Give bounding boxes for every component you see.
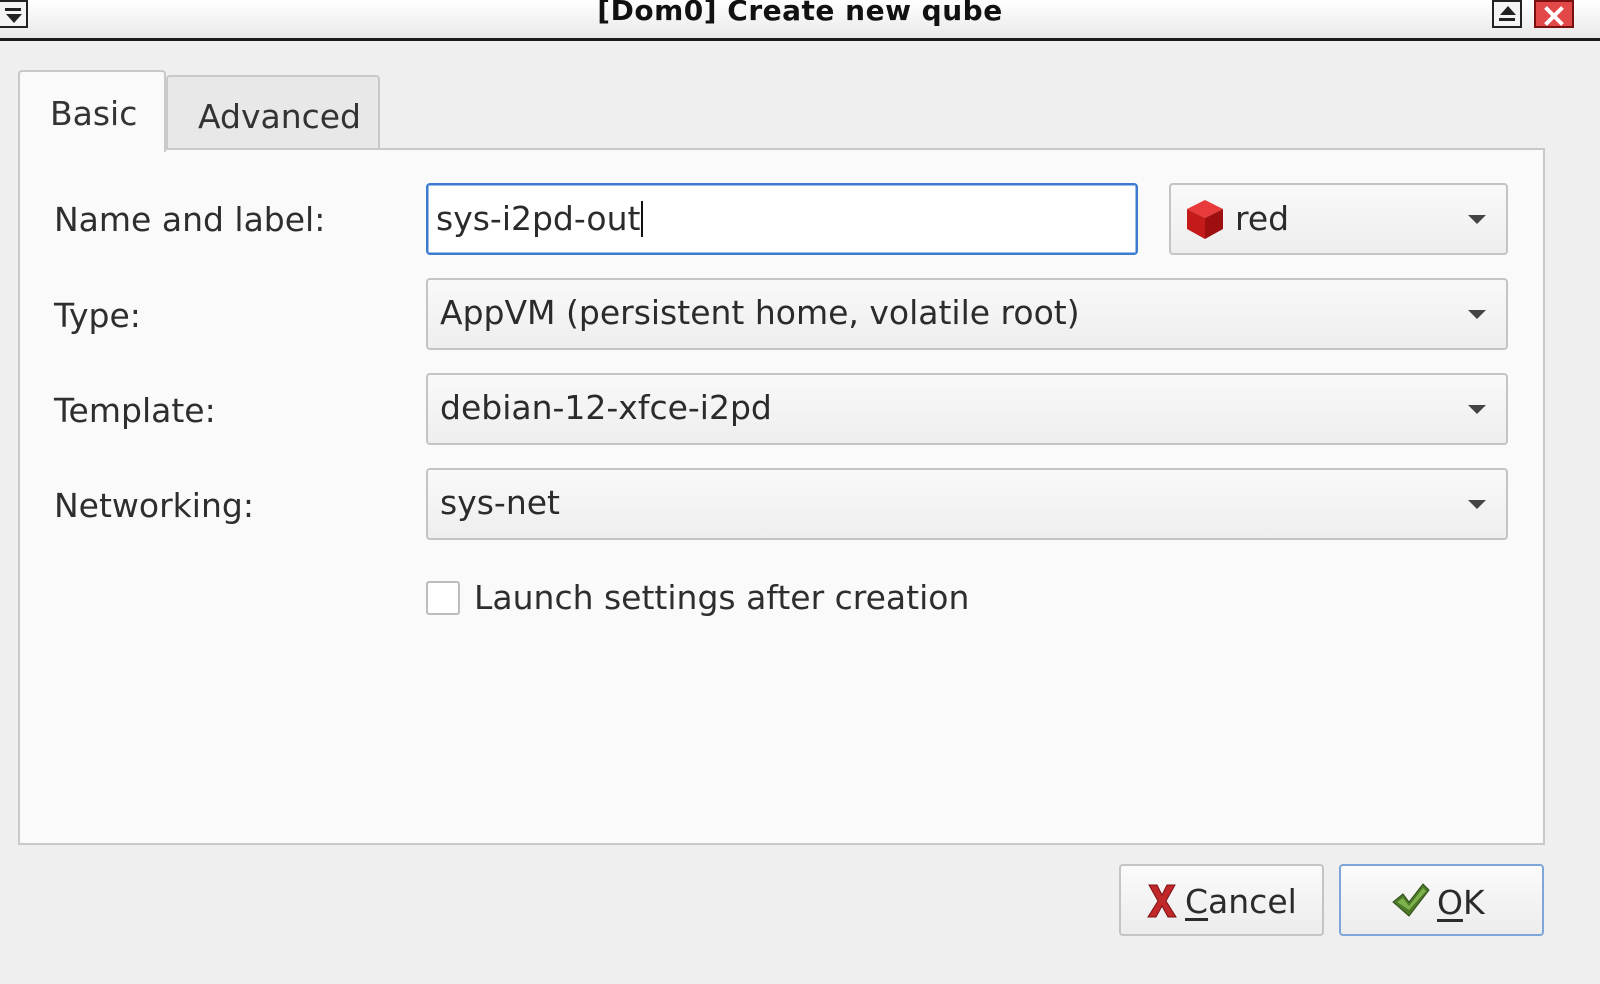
label-color-dropdown[interactable]: red (1169, 183, 1508, 255)
ok-label: K (1462, 883, 1485, 922)
text-caret (641, 201, 644, 237)
type-label: Type: (54, 296, 141, 335)
template-dropdown[interactable]: debian-12-xfce-i2pd (426, 373, 1508, 445)
cancel-label: ancel (1208, 882, 1297, 921)
networking-dropdown[interactable]: sys-net (426, 468, 1508, 540)
chevron-down-icon (1468, 405, 1486, 414)
chevron-down-icon (1468, 310, 1486, 319)
chevron-down-icon (1468, 215, 1486, 224)
launch-settings-row[interactable]: Launch settings after creation (426, 578, 969, 617)
cube-icon (1187, 200, 1223, 239)
qube-name-input[interactable]: sys-i2pd-out (426, 183, 1138, 255)
networking-label: Networking: (54, 486, 254, 525)
maximize-icon[interactable] (1492, 0, 1522, 28)
chevron-down-icon (1468, 500, 1486, 509)
networking-value: sys-net (440, 483, 560, 522)
ok-button[interactable]: OK (1339, 864, 1544, 936)
name-and-label-label: Name and label: (54, 200, 326, 239)
close-icon[interactable] (1534, 0, 1574, 28)
label-color-value: red (1235, 199, 1290, 238)
type-value: AppVM (persistent home, volatile root) (440, 293, 1080, 332)
tab-basic[interactable]: Basic (18, 70, 166, 152)
window-title: [Dom0] Create new qube (597, 0, 1003, 27)
title-bar: [Dom0] Create new qube (0, 0, 1600, 41)
cancel-mnemonic: C (1185, 882, 1209, 921)
ok-mnemonic: O (1437, 883, 1463, 922)
template-value: debian-12-xfce-i2pd (440, 388, 772, 427)
template-label: Template: (54, 391, 216, 430)
tab-advanced[interactable]: Advanced (166, 75, 380, 148)
red-x-icon (1147, 884, 1177, 918)
green-checkmark-icon (1392, 883, 1430, 917)
qube-name-value: sys-i2pd-out (436, 199, 641, 238)
launch-settings-checkbox[interactable] (426, 581, 460, 615)
launch-settings-label: Launch settings after creation (474, 578, 970, 617)
type-dropdown[interactable]: AppVM (persistent home, volatile root) (426, 278, 1508, 350)
cancel-button[interactable]: Cancel (1119, 864, 1324, 936)
